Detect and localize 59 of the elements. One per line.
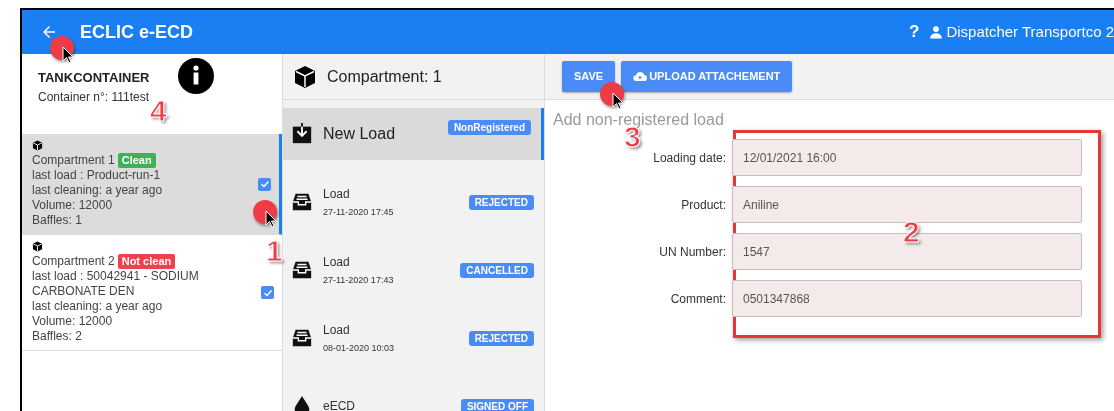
cube-icon [32, 241, 43, 252]
status-badge: Not clean [117, 254, 176, 269]
load-title: Load [323, 321, 351, 339]
step-number: 4 [150, 96, 167, 126]
container-number: Container n°: 111test [38, 88, 150, 106]
compartment-card[interactable]: Compartment 1 Clean last load : Product-run-1 last cleaning: a year ago Volume: 12000 Baffles: 1 [22, 134, 282, 235]
info-icon[interactable] [178, 58, 214, 94]
status-badge: Clean [117, 153, 156, 168]
field-label: Product: [680, 196, 727, 214]
inbox-tray-icon [291, 191, 313, 213]
user-icon [929, 25, 944, 39]
checkbox[interactable] [258, 177, 271, 191]
field-label: UN Number: [658, 243, 727, 261]
cursor-icon [612, 92, 624, 110]
load-title: New Load [323, 124, 396, 144]
compartment-detail: last load : Product-run-1 [32, 168, 162, 183]
load-date: 27-11-2020 17:43 [323, 273, 394, 287]
input-field[interactable]: 12/01/2021 16:00 [732, 139, 1082, 176]
load-title: eECD [323, 398, 355, 411]
status-badge: SIGNED OFF [460, 398, 534, 411]
compartment-detail: last cleaning: a year ago [32, 299, 164, 314]
compartment-name: Compartment 1 [32, 153, 115, 168]
load-title: Load [323, 253, 351, 271]
load-list-item[interactable]: New Load NonRegistered [283, 108, 544, 160]
cube-icon [32, 140, 43, 151]
load-list-item[interactable]: Load 27-11-2020 17:45 REJECTED [283, 168, 544, 236]
help-link[interactable]: ? [909, 19, 920, 45]
inbox-tray-icon [291, 259, 313, 281]
load-date: 08-01-2020 10:03 [323, 341, 395, 355]
compartment-detail: Volume: 12000 [32, 198, 114, 213]
inbox-tray-icon [291, 327, 313, 349]
compartment-detail: Baffles: 1 [32, 213, 83, 228]
container-title: TANKCONTAINER [38, 69, 150, 87]
compartment-name: Compartment 2 [32, 254, 115, 269]
load-list-item[interactable]: Load 27-11-2020 17:43 CANCELLED [283, 236, 544, 304]
user-name[interactable]: Dispatcher Transportco 2 [946, 20, 1114, 44]
compartment-heading: Compartment: 1 [327, 66, 442, 87]
compartment-detail: last cleaning: a year ago [32, 183, 164, 198]
cloud-upload-icon [633, 69, 648, 84]
input-field[interactable]: 0501347868 [732, 280, 1082, 317]
download-icon [291, 123, 313, 145]
compartment-detail: Baffles: 2 [32, 329, 83, 344]
cube-icon [293, 64, 317, 89]
status-badge: REJECTED [468, 330, 534, 346]
load-list-item[interactable]: Load 08-01-2020 10:03 REJECTED [283, 304, 544, 372]
field-label: Loading date: [652, 149, 727, 167]
app-title: ECLIC e-ECD [80, 20, 193, 44]
status-badge: REJECTED [468, 194, 534, 210]
input-field[interactable]: Aniline [732, 186, 1082, 223]
field-label: Comment: [669, 290, 727, 308]
load-title: Load [323, 185, 351, 203]
compartment-detail: Volume: 12000 [32, 314, 114, 329]
status-badge: NonRegistered [447, 119, 531, 135]
checkbox[interactable] [261, 286, 274, 299]
load-list-item[interactable]: eECD SIGNED OFF [283, 372, 544, 411]
cursor-icon [265, 210, 277, 228]
load-date: 27-11-2020 17:45 [323, 205, 394, 219]
status-badge: CANCELLED [460, 262, 534, 278]
step-number: 1 [266, 236, 283, 266]
